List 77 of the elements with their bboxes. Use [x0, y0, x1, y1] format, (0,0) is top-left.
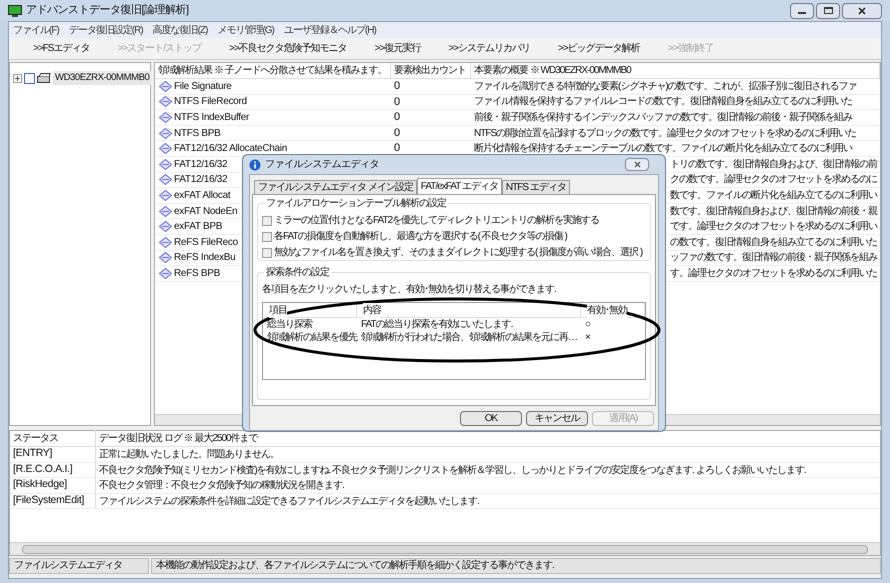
log-status: [FileSystemEdit]	[13, 492, 84, 508]
toolbar-button[interactable]: >>復元実行	[374, 41, 420, 56]
row-label: FAT12/16/32	[174, 173, 228, 188]
log-status: [RiskHedge]	[13, 477, 67, 492]
summary-text: す。論理セクタのオフセットを求めるのに利用いた	[670, 266, 877, 281]
summary-text: トリの数です。復旧情報自身および、復旧情報の前	[670, 158, 877, 172]
row-label: NTFS FileRecord	[174, 95, 247, 110]
menu-item[interactable]: データ復旧設定(R)	[68, 22, 143, 38]
row-label: FAT12/16/32 AllocateChain	[174, 142, 287, 156]
count-value: 0	[394, 111, 400, 124]
summary-text: 数です。復旧情報自身および、復旧情報の前後・親	[670, 204, 877, 219]
dialog-button[interactable]: OK	[460, 411, 522, 426]
status-text: 本機能の動作設定および、各ファイルシステムについての解析手順を細かく設定する事ができます.	[151, 558, 881, 574]
window-title: アドバンストデータ復旧[論理解析]	[26, 3, 189, 18]
list-cell: FATの総当り探索を有効にいたします.	[361, 319, 512, 330]
row-label: NTFS BPB	[174, 126, 220, 141]
log-message: 不良セクタ管理：不良セクタ危険予知の稼動状況を開きます.	[99, 480, 344, 491]
dialog-button[interactable]: キャンセル	[526, 411, 588, 426]
toolbar-button[interactable]: >>不良セクタ危険予知モニタ	[228, 41, 347, 56]
row-label: exFAT BPB	[174, 220, 222, 234]
column-header[interactable]: ステータス	[13, 433, 58, 444]
summary-text: クの数です。論理セクタのオフセットを求めるのに	[670, 172, 877, 188]
log-message: 不良セクタ危険予知(ミリセカンド検査)を有効にしますね. 不良セクタ予測リンクリストを解析＆学習し、しっかりとドライブの安定度をつなぎます. よろしくお願いいたします.	[99, 464, 806, 476]
menu-item[interactable]: 高度な復旧(Z)	[152, 22, 208, 38]
summary-text: NTFSの開始位置を記録するブロックの数です。論理セクタのオフセットを求めるのに利用いた	[474, 126, 856, 141]
column-header[interactable]: 内容	[363, 302, 381, 318]
menu-item[interactable]: ファイル(F)	[13, 22, 59, 38]
row-label: FAT12/16/32	[174, 158, 228, 172]
summary-text: ファイル情報を保持するファイルレコードの数です。復旧情報自身を組み立てるのに利用いた	[474, 94, 852, 110]
count-value: 0	[394, 142, 400, 154]
tab[interactable]: NTFS エディタ	[502, 180, 570, 194]
count-value: 0	[394, 126, 400, 139]
tab[interactable]: ファイルシステムエディタ メイン設定	[254, 180, 417, 194]
count-value: 0	[394, 96, 400, 108]
row-label: File Signature	[174, 80, 232, 94]
column-header[interactable]: 有効･無効	[587, 302, 627, 318]
hint-text: 各項目を左クリックいたしますと、有効･無効を切り替える事ができます.	[262, 282, 557, 297]
column-header[interactable]: データ復旧状況 ログ ※ 最大2500件まで	[99, 433, 258, 444]
list-cell: 領域解析の結果を優先	[267, 332, 357, 344]
tree-item[interactable]: WD30EZRX-00MMMB0	[53, 71, 152, 86]
summary-text: 数です。ファイルの断片化を組み立てるのに利用い	[670, 188, 877, 203]
column-header[interactable]: 領域解析結果 ※ 子ノードへ分散させて結果を積みます。	[158, 63, 387, 78]
row-label: exFAT Allocat	[174, 188, 230, 203]
list-cell: 領域解析が行われた場合、領域解析の結果を元に再…	[361, 332, 577, 344]
toolbar-button[interactable]: >>システムリカバリ	[448, 41, 530, 56]
count-value: 0	[394, 80, 400, 92]
log-message: ファイルシステムの探索条件を詳細に設定できるファイルシステムエディタを起動いたします.	[99, 496, 479, 506]
summary-text: 前後・親子関係を保持するインデックスバッファの数です。復旧情報の前後・親子関係を組み	[474, 110, 852, 125]
summary-text: の数です。復旧情報自身を組み立てるのに利用いた	[670, 236, 877, 250]
column-header[interactable]: 項目	[269, 302, 287, 318]
list-cell: ○	[585, 319, 590, 330]
checkbox-label: 各FATの損傷度を自動解析し、最適な方を選択する( 不良セクタ等の損傷 )	[274, 230, 567, 244]
summary-text: ファイルを識別できる特徴的な要素(シグネチャ)の数です。これが、拡張子別に復旧されるファ	[474, 80, 857, 94]
tab[interactable]: FAT/exFAT エディタ	[416, 178, 502, 195]
row-label: ReFS BPB	[174, 266, 220, 281]
status-text: ファイルシステムエディタ	[9, 558, 149, 574]
log-message: 正常に起動いたしました。問題ありません。	[99, 449, 279, 460]
toolbar-button[interactable]: >>FSエディタ	[33, 41, 90, 56]
summary-text: 断片化情報を保持するチェーンテーブルの数です。ファイルの断片化を組み立てるのに利用い	[474, 142, 852, 156]
list-cell: ×	[585, 332, 590, 344]
checkbox-label: ミラーの位置付けとなるFAT2を優先してディレクトリエントリの解析を実施する	[274, 214, 600, 228]
row-label: ReFS FileReco	[174, 236, 238, 250]
row-label: exFAT NodeEn	[174, 204, 238, 219]
row-label: NTFS IndexBuffer	[174, 110, 250, 125]
checkbox-label: 無効なファイル名を置き換えず、そのままダイレクトに処理する( 損傷度が高い場合、選択 )	[274, 246, 642, 260]
log-status: [R.E.C.O.A.I.]	[13, 462, 72, 477]
log-status: [ENTRY]	[13, 446, 52, 462]
toolbar-button[interactable]: >>ビッグデータ解析	[558, 41, 640, 56]
column-header[interactable]: 要素検出カウント	[394, 63, 466, 78]
column-header[interactable]: 本要素の概要 ※ WD30EZRX-00MMMB0	[474, 63, 631, 78]
row-label: ReFS IndexBu	[174, 251, 236, 266]
list-cell: 総当り探索	[267, 319, 312, 330]
menu-item[interactable]: メモリ管理(G)	[217, 22, 274, 38]
menu-item[interactable]: ユーザ登録＆ヘルプ(H)	[284, 22, 376, 38]
summary-text: です。論理セクタのオフセットを求めるのに利用い	[670, 220, 877, 234]
dialog-title: ファイルシステムエディタ	[265, 158, 379, 172]
summary-text: ッファの数です。復旧情報の前後・親子関係を組み	[670, 250, 877, 266]
